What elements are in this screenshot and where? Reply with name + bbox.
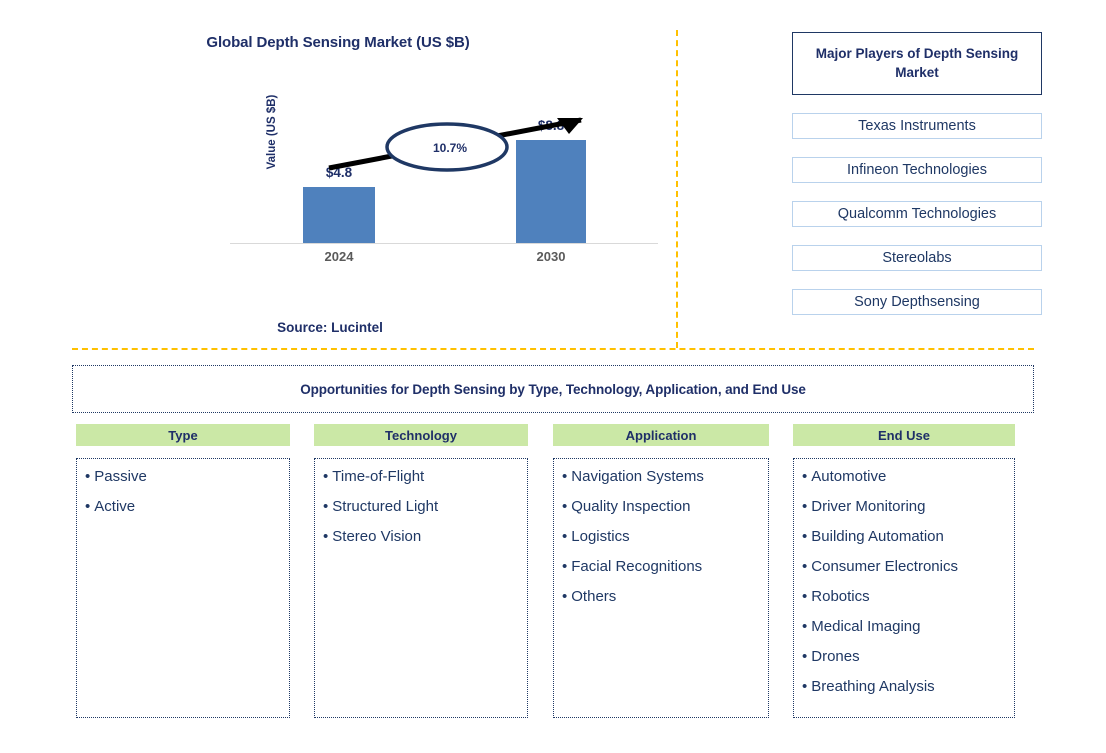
column-body-application: • Navigation Systems • Quality Inspection …	[553, 458, 769, 718]
list-item: • Passive	[85, 469, 281, 484]
bar-category-2024: 2024	[324, 249, 354, 264]
list-item: • Medical Imaging	[802, 619, 1006, 634]
column-body-technology: • Time-of-Flight • Structured Light • Stere…	[314, 458, 528, 718]
list-item: • Time-of-Flight	[323, 469, 519, 484]
list-item-label: Robotics	[811, 588, 870, 605]
bullet-icon: •	[562, 468, 568, 485]
player-item-3[interactable]: Stereolabs	[792, 245, 1042, 271]
bullet-icon: •	[562, 498, 568, 515]
list-item: • Facial Recognitions	[562, 559, 760, 574]
player-item-0[interactable]: Texas Instruments	[792, 113, 1042, 139]
list-item: • Driver Monitoring	[802, 499, 1006, 514]
bullet-icon: •	[802, 498, 808, 515]
major-players-panel: Major Players of Depth Sensing Market Te…	[792, 32, 1042, 315]
list-item-label: Time-of-Flight	[332, 468, 425, 485]
column-body-end-use: • Automotive • Driver Monitoring • Building…	[793, 458, 1015, 718]
column-body-type: • Passive • Active	[76, 458, 290, 718]
column-header-type: Type	[76, 424, 290, 446]
list-item: • Stereo Vision	[323, 529, 519, 544]
player-item-2[interactable]: Qualcomm Technologies	[792, 201, 1042, 227]
bullet-icon: •	[562, 528, 568, 545]
list-item-label: Others	[571, 588, 617, 605]
bullet-icon: •	[323, 498, 329, 515]
bullet-icon: •	[562, 558, 568, 575]
bullet-icon: •	[323, 468, 329, 485]
column-header-technology: Technology	[314, 424, 528, 446]
chart-title: Global Depth Sensing Market (US $B)	[206, 34, 470, 51]
list-item: • Others	[562, 589, 760, 604]
bullet-icon: •	[802, 678, 808, 695]
list-item: • Drones	[802, 649, 1006, 664]
bar-chart-plot: Value (US $B) $4.8 $8.8 2024 2030 10.7%	[230, 95, 660, 270]
bullet-icon: •	[802, 618, 808, 635]
list-item: • Active	[85, 499, 281, 514]
list-item-label: Building Automation	[811, 528, 944, 545]
list-item: • Building Automation	[802, 529, 1006, 544]
list-item: • Quality Inspection	[562, 499, 760, 514]
divider-vertical	[676, 30, 678, 348]
player-item-1[interactable]: Infineon Technologies	[792, 157, 1042, 183]
list-item-label: Passive	[94, 468, 147, 485]
bullet-icon: •	[802, 558, 808, 575]
opportunities-banner: Opportunities for Depth Sensing by Type,…	[72, 365, 1034, 413]
column-header-end-use: End Use	[793, 424, 1015, 446]
list-item-label: Quality Inspection	[571, 498, 691, 515]
opportunity-column-technology: Technology • Time-of-Flight • Structured L…	[314, 424, 528, 718]
chart-panel: Global Depth Sensing Market (US $B) Valu…	[0, 0, 676, 348]
list-item: • Breathing Analysis	[802, 679, 1006, 694]
list-item-label: Automotive	[811, 468, 887, 485]
opportunity-column-type: Type • Passive • Active	[76, 424, 290, 718]
list-item-label: Facial Recognitions	[571, 558, 703, 575]
bullet-icon: •	[85, 498, 91, 515]
list-item: • Consumer Electronics	[802, 559, 1006, 574]
bullet-icon: •	[802, 528, 808, 545]
opportunity-column-end-use: End Use • Automotive • Driver Monitoring •…	[793, 424, 1015, 718]
bullet-icon: •	[562, 588, 568, 605]
bar-category-2030: 2030	[536, 249, 566, 264]
bullet-icon: •	[802, 648, 808, 665]
bullet-icon: •	[802, 468, 808, 485]
list-item-label: Logistics	[571, 528, 630, 545]
player-item-4[interactable]: Sony Depthsensing	[792, 289, 1042, 315]
list-item-label: Navigation Systems	[571, 468, 704, 485]
bullet-icon: •	[85, 468, 91, 485]
bullet-icon: •	[323, 528, 329, 545]
list-item-label: Drones	[811, 648, 860, 665]
x-axis-line	[230, 243, 658, 244]
cagr-label: 10.7%	[432, 141, 468, 155]
list-item: • Structured Light	[323, 499, 519, 514]
list-item-label: Consumer Electronics	[811, 558, 958, 575]
source-note: Source: Lucintel	[277, 320, 383, 335]
list-item: • Robotics	[802, 589, 1006, 604]
list-item: • Navigation Systems	[562, 469, 760, 484]
divider-horizontal	[72, 348, 1034, 350]
list-item: • Logistics	[562, 529, 760, 544]
list-item-label: Breathing Analysis	[811, 678, 935, 695]
y-axis-label: Value (US $B)	[266, 94, 278, 170]
bar-2024	[303, 186, 375, 243]
list-item-label: Driver Monitoring	[811, 498, 926, 515]
list-item: • Automotive	[802, 469, 1006, 484]
column-header-application: Application	[553, 424, 769, 446]
opportunity-column-application: Application • Navigation Systems • Quality…	[553, 424, 769, 718]
bullet-icon: •	[802, 588, 808, 605]
major-players-header: Major Players of Depth Sensing Market	[792, 32, 1042, 95]
list-item-label: Stereo Vision	[332, 528, 422, 545]
list-item-label: Structured Light	[332, 498, 439, 515]
list-item-label: Active	[94, 498, 136, 515]
list-item-label: Medical Imaging	[811, 618, 921, 635]
